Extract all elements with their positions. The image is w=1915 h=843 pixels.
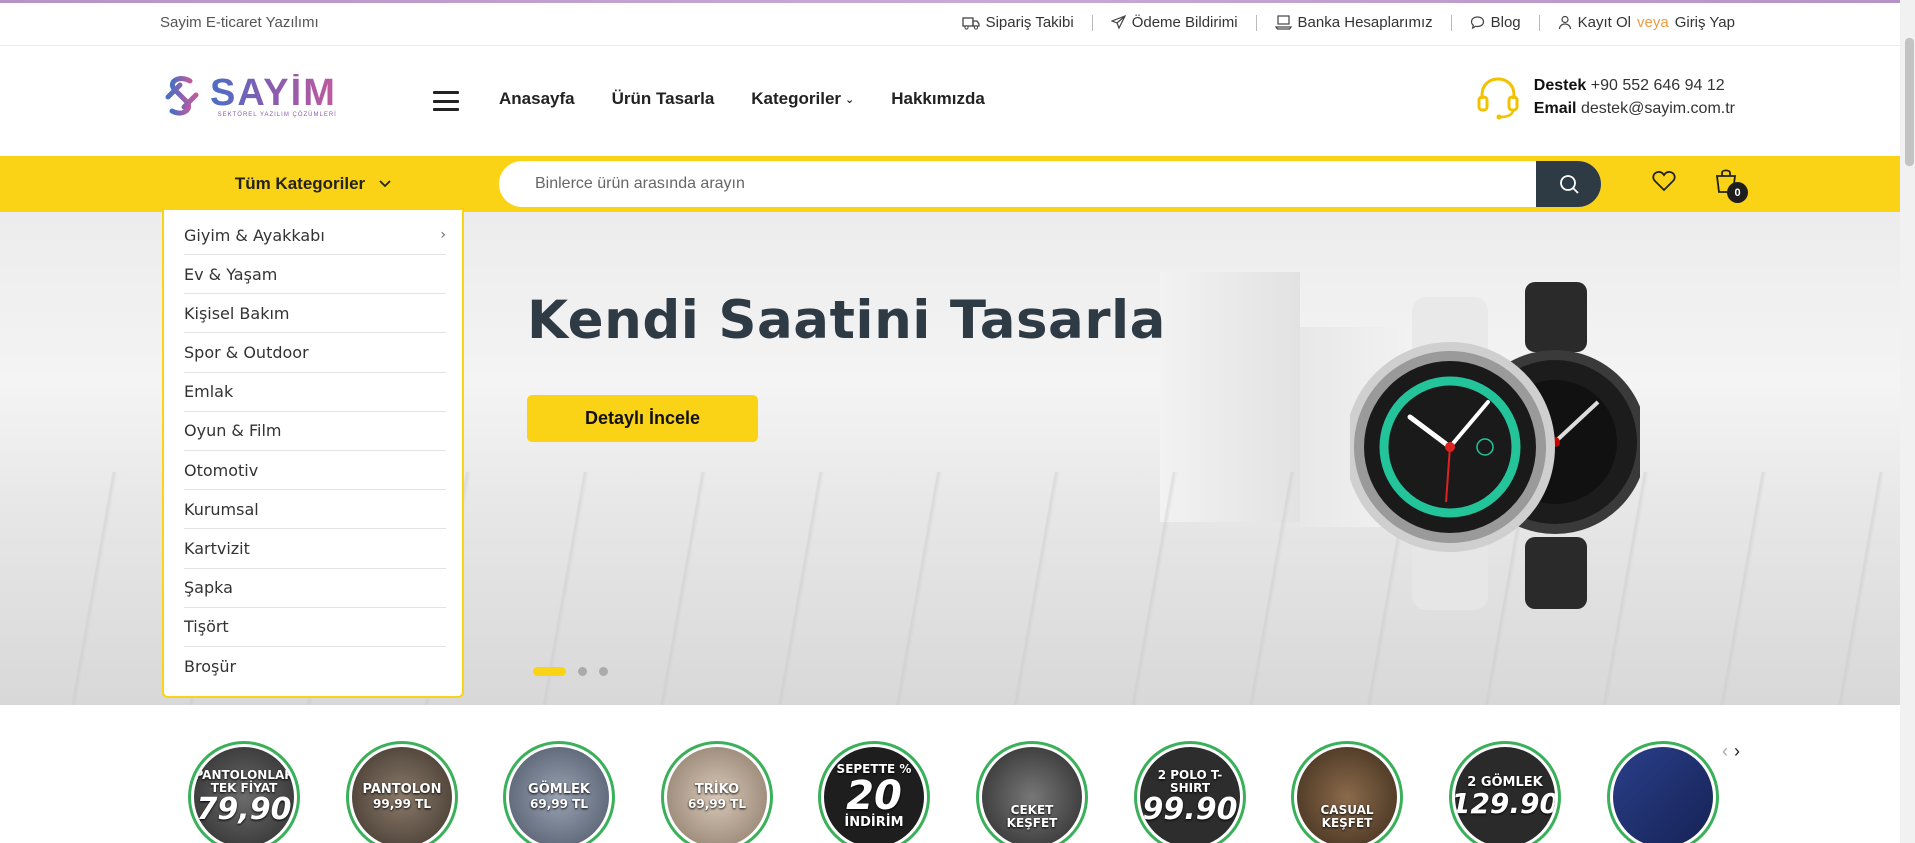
- story-circle[interactable]: PANTOLONLAR TEK FİYAT 79,90: [188, 741, 300, 843]
- hero-cta-button[interactable]: Detaylı İncele: [527, 395, 758, 442]
- chevron-right-icon[interactable]: ›: [1734, 741, 1740, 762]
- slider-dot-2[interactable]: [578, 667, 587, 676]
- chevron-left-icon[interactable]: ‹: [1722, 741, 1728, 762]
- main-header: SAYİM SEKTÖREL YAZILIM ÇÖZÜMLERİ Anasayf…: [0, 46, 1900, 156]
- separator: [1538, 14, 1540, 31]
- hamburger-menu-icon[interactable]: [433, 91, 459, 111]
- cart-count-badge: 0: [1727, 182, 1748, 203]
- category-item-games-film[interactable]: Oyun & Film: [184, 412, 446, 451]
- category-item-automotive[interactable]: Otomotiv: [184, 451, 446, 491]
- support-email-label: Email: [1533, 100, 1577, 117]
- account-links: Kayıt Ol veya Giriş Yap: [1558, 14, 1735, 31]
- category-item-real-estate[interactable]: Emlak: [184, 373, 446, 412]
- search-bar-strip: Tüm Kategoriler 0: [0, 156, 1900, 212]
- category-dropdown: Giyim & Ayakkabı › Ev & Yaşam Kişisel Bak…: [162, 210, 464, 698]
- support-email[interactable]: destek@sayim.com.tr: [1581, 100, 1735, 117]
- main-nav: Anasayfa Ürün Tasarla Kategoriler ⌄ Hakkı…: [499, 89, 985, 109]
- search-box: [499, 161, 1601, 207]
- logo[interactable]: SAYİM SEKTÖREL YAZILIM ÇÖZÜMLERİ: [160, 74, 337, 118]
- category-item-sports-outdoor[interactable]: Spor & Outdoor: [184, 333, 446, 373]
- slider-dots: [533, 667, 608, 676]
- separator: [1255, 14, 1257, 31]
- nav-item-home[interactable]: Anasayfa: [499, 89, 575, 109]
- support-phone[interactable]: +90 552 646 94 12: [1591, 77, 1725, 94]
- story-circle[interactable]: CEKET KEŞFET: [976, 741, 1088, 843]
- order-tracking-link[interactable]: Sipariş Takibi: [961, 14, 1074, 31]
- category-item-business-card[interactable]: Kartvizit: [184, 529, 446, 569]
- blog-link[interactable]: Blog: [1470, 14, 1521, 31]
- story-arrows: ‹ ›: [1722, 741, 1740, 762]
- chevron-right-icon: ›: [440, 227, 446, 243]
- bank-accounts-link[interactable]: Banka Hesaplarımız: [1274, 14, 1433, 31]
- story-circle[interactable]: 2 POLO T-SHIRT 99.90: [1134, 741, 1246, 843]
- laptop-icon: [1274, 15, 1292, 30]
- slider-dot-1[interactable]: [533, 667, 566, 676]
- paper-plane-icon: [1110, 15, 1126, 30]
- nav-item-about[interactable]: Hakkımızda: [891, 89, 985, 109]
- smartwatch-image: [1350, 282, 1640, 610]
- logo-name: SAYİM: [210, 72, 337, 114]
- chevron-down-icon: [379, 180, 391, 188]
- chevron-down-icon: ⌄: [845, 93, 855, 106]
- story-circle[interactable]: TRİKO 69,99 TL: [661, 741, 773, 843]
- category-item-brochure[interactable]: Broşür: [184, 647, 446, 686]
- scrollbar-thumb[interactable]: [1905, 38, 1914, 166]
- nav-item-categories[interactable]: Kategoriler ⌄: [751, 89, 854, 109]
- or-text: veya: [1637, 14, 1669, 31]
- all-categories-toggle[interactable]: Tüm Kategoriler: [162, 156, 464, 212]
- truck-icon: [961, 16, 980, 30]
- story-carousel: ‹ › PANTOLONLAR TEK FİYAT 79,90 PANTOLON 99…: [0, 705, 1900, 843]
- slider-dot-3[interactable]: [599, 667, 608, 676]
- category-item-hat[interactable]: Şapka: [184, 569, 446, 608]
- separator: [1091, 14, 1093, 31]
- search-icon: [1559, 175, 1579, 194]
- search-input[interactable]: [499, 161, 1535, 207]
- login-link[interactable]: Giriş Yap: [1675, 14, 1735, 31]
- top-bar: Sayim E-ticaret Yazılımı Sipariş Takibi …: [0, 3, 1900, 46]
- chat-bubble-icon: [1470, 16, 1484, 30]
- nav-item-design-product[interactable]: Ürün Tasarla: [612, 89, 715, 109]
- support-info: Destek +90 552 646 94 12 Email destek@sa…: [1474, 73, 1735, 121]
- headset-icon: [1477, 77, 1519, 120]
- logo-mark-icon: [165, 76, 199, 116]
- register-link[interactable]: Kayıt Ol: [1578, 14, 1631, 31]
- top-links: Sipariş Takibi Ödeme Bildirimi Banka Hes…: [961, 14, 1735, 31]
- support-phone-label: Destek: [1533, 77, 1587, 94]
- category-item-corporate[interactable]: Kurumsal: [184, 490, 446, 530]
- story-circle[interactable]: SEPETTE % 20 İNDİRİM: [818, 741, 930, 843]
- category-item-clothing[interactable]: Giyim & Ayakkabı ›: [184, 210, 446, 255]
- story-circle[interactable]: PANTOLON 99,99 TL: [346, 741, 458, 843]
- story-circle[interactable]: CASUAL KEŞFET: [1291, 741, 1403, 843]
- story-circle[interactable]: GÖMLEK 69,99 TL: [503, 741, 615, 843]
- category-item-tshirt[interactable]: Tişört: [184, 608, 446, 647]
- category-item-personal-care[interactable]: Kişisel Bakım: [184, 294, 446, 334]
- hero-title: Kendi Saatini Tasarla: [527, 290, 1166, 351]
- payment-notice-link[interactable]: Ödeme Bildirimi: [1110, 14, 1238, 31]
- search-button[interactable]: [1536, 161, 1601, 207]
- wishlist-heart-icon[interactable]: [1652, 170, 1676, 197]
- separator: [1450, 14, 1452, 31]
- category-item-home-living[interactable]: Ev & Yaşam: [184, 255, 446, 295]
- story-circle[interactable]: [1607, 741, 1719, 843]
- story-circle[interactable]: 2 GÖMLEK 129.90: [1449, 741, 1561, 843]
- logo-subtitle: SEKTÖREL YAZILIM ÇÖZÜMLERİ: [217, 112, 337, 118]
- user-icon: [1558, 15, 1571, 30]
- site-tagline: Sayim E-ticaret Yazılımı: [160, 14, 319, 31]
